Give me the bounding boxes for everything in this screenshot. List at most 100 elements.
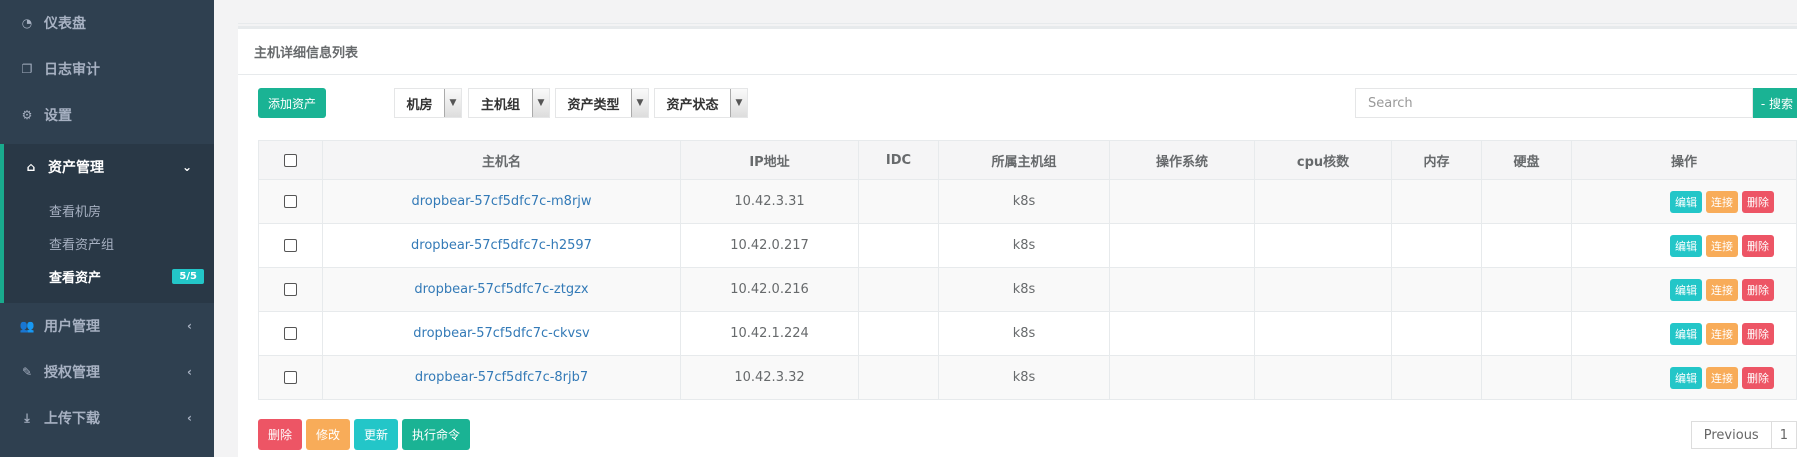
table-row: dropbear-57cf5dfc7c-8rjb7 10.42.3.32 k8s 编辑… <box>258 355 1797 400</box>
host-group-filter-select[interactable]: 主机组 ▼ <box>468 88 550 118</box>
pagination: Previous 1 <box>1690 421 1797 449</box>
hostname-link[interactable]: dropbear-57cf5dfc7c-ztgzx <box>414 282 588 297</box>
row-checkbox[interactable] <box>284 327 297 340</box>
delete-button[interactable]: 删除 <box>1742 366 1774 389</box>
edit-icon: ✎ <box>21 365 33 379</box>
dashboard-icon: ◔ <box>21 16 33 30</box>
chevron-down-icon: ▼ <box>730 89 747 117</box>
col-header: cpu核数 <box>1254 140 1392 180</box>
os-cell <box>1109 355 1255 400</box>
asset-status-filter-select[interactable]: 资产状态 ▼ <box>654 88 748 118</box>
edit-button[interactable]: 编辑 <box>1670 234 1702 257</box>
top-strip <box>238 0 1797 24</box>
select-label: 主机组 <box>480 97 520 113</box>
nav-upload-download[interactable]: ⤓ 上传下载 ‹ <box>0 395 214 441</box>
hostname-link[interactable]: dropbear-57cf5dfc7c-h2597 <box>411 238 592 253</box>
chevron-down-icon: ▼ <box>631 89 648 117</box>
cpu-cell <box>1254 311 1392 356</box>
chevron-left-icon: ‹ <box>187 365 192 379</box>
idc-cell <box>858 179 939 224</box>
hostname-link[interactable]: dropbear-57cf5dfc7c-8rjb7 <box>415 370 588 385</box>
cpu-cell <box>1254 223 1392 268</box>
nav-log-audit[interactable]: ❐ 日志审计 <box>0 46 214 92</box>
select-all-cell <box>258 140 323 180</box>
connect-button[interactable]: 连接 <box>1706 278 1738 301</box>
col-header: 操作系统 <box>1109 140 1255 180</box>
idc-cell <box>858 355 939 400</box>
nav-label: 上传下载 <box>44 411 100 427</box>
sidebar-item-view-asset-group[interactable]: 查看资产组 <box>4 227 214 260</box>
connect-button[interactable]: 连接 <box>1706 366 1738 389</box>
cpu-cell <box>1254 355 1392 400</box>
disk-cell <box>1481 311 1572 356</box>
bulk-update-button[interactable]: 更新 <box>354 419 399 450</box>
col-header: 内存 <box>1391 140 1482 180</box>
row-select-cell <box>258 267 323 312</box>
sidebar-item-view-assets[interactable]: 查看资产 5/5 <box>4 260 214 293</box>
connect-button[interactable]: 连接 <box>1706 322 1738 345</box>
edit-button[interactable]: 编辑 <box>1670 278 1702 301</box>
row-select-cell <box>258 311 323 356</box>
delete-button[interactable]: 删除 <box>1742 322 1774 345</box>
nav-label: 用户管理 <box>44 319 100 335</box>
col-header: 操作 <box>1571 140 1797 180</box>
nav-settings[interactable]: ⚙ 设置 <box>0 92 214 138</box>
memory-cell <box>1391 223 1482 268</box>
os-cell <box>1109 223 1255 268</box>
row-checkbox[interactable] <box>284 283 297 296</box>
exec-command-button[interactable]: 执行命令 <box>402 419 471 450</box>
edit-button[interactable]: 编辑 <box>1670 366 1702 389</box>
nav-user-management[interactable]: 👥 用户管理 ‹ <box>0 303 214 349</box>
bulk-delete-button[interactable]: 删除 <box>258 419 303 450</box>
col-header: 硬盘 <box>1481 140 1572 180</box>
add-asset-button[interactable]: 添加资产 <box>258 88 327 118</box>
col-header: 所属主机组 <box>938 140 1110 180</box>
memory-cell <box>1391 311 1482 356</box>
hostname-link[interactable]: dropbear-57cf5dfc7c-ckvsv <box>413 326 589 341</box>
disk-cell <box>1481 355 1572 400</box>
os-cell <box>1109 267 1255 312</box>
count-badge: 5/5 <box>172 269 204 284</box>
edit-button[interactable]: 编辑 <box>1670 190 1702 213</box>
ip-cell: 10.42.0.216 <box>680 267 859 312</box>
sub-label: 查看机房 <box>49 205 102 220</box>
hostname-cell: dropbear-57cf5dfc7c-ztgzx <box>322 267 681 312</box>
connect-button[interactable]: 连接 <box>1706 234 1738 257</box>
chevron-down-icon: ▼ <box>532 89 549 117</box>
delete-button[interactable]: 删除 <box>1742 190 1774 213</box>
panel-title: 主机详细信息列表 <box>238 29 1797 75</box>
nav-label: 授权管理 <box>44 365 100 381</box>
select-all-checkbox[interactable] <box>284 153 297 167</box>
edit-button[interactable]: 编辑 <box>1670 322 1702 345</box>
delete-button[interactable]: 删除 <box>1742 278 1774 301</box>
idc-filter-select[interactable]: 机房 ▼ <box>394 88 462 118</box>
sidebar-item-view-idc[interactable]: 查看机房 <box>4 194 214 227</box>
connect-button[interactable]: 连接 <box>1706 190 1738 213</box>
nav-label: 设置 <box>44 108 72 124</box>
hostname-cell: dropbear-57cf5dfc7c-h2597 <box>322 223 681 268</box>
row-checkbox[interactable] <box>284 195 297 208</box>
actions-cell: 编辑 连接 删除 <box>1571 355 1797 400</box>
table-row: dropbear-57cf5dfc7c-ckvsv 10.42.1.224 k8s 编… <box>258 311 1797 356</box>
bulk-modify-button[interactable]: 修改 <box>306 419 351 450</box>
asset-type-filter-select[interactable]: 资产类型 ▼ <box>555 88 649 118</box>
nav-asset-management[interactable]: ⌂ 资产管理 ⌄ <box>0 144 214 190</box>
hostname-link[interactable]: dropbear-57cf5dfc7c-m8rjw <box>411 194 591 209</box>
cpu-cell <box>1254 267 1392 312</box>
previous-page-button[interactable]: Previous <box>1690 421 1772 449</box>
actions-cell: 编辑 连接 删除 <box>1571 223 1797 268</box>
page-number-button[interactable]: 1 <box>1771 421 1797 449</box>
search-button[interactable]: - 搜索 - <box>1753 88 1797 118</box>
disk-cell <box>1481 223 1572 268</box>
search-input[interactable]: Search <box>1355 88 1753 118</box>
row-select-cell <box>258 179 323 224</box>
row-checkbox[interactable] <box>284 239 297 252</box>
delete-button[interactable]: 删除 <box>1742 234 1774 257</box>
copy-icon: ❐ <box>21 62 33 76</box>
nav-auth-management[interactable]: ✎ 授权管理 ‹ <box>0 349 214 395</box>
nav-dashboard[interactable]: ◔ 仪表盘 <box>0 0 214 46</box>
host-group-cell: k8s <box>938 267 1110 312</box>
table-header-row: 主机名 IP地址 IDC 所属主机组 操作系统 cpu核数 内存 硬盘 操作 <box>258 140 1797 180</box>
row-checkbox[interactable] <box>284 371 297 384</box>
ip-cell: 10.42.1.224 <box>680 311 859 356</box>
